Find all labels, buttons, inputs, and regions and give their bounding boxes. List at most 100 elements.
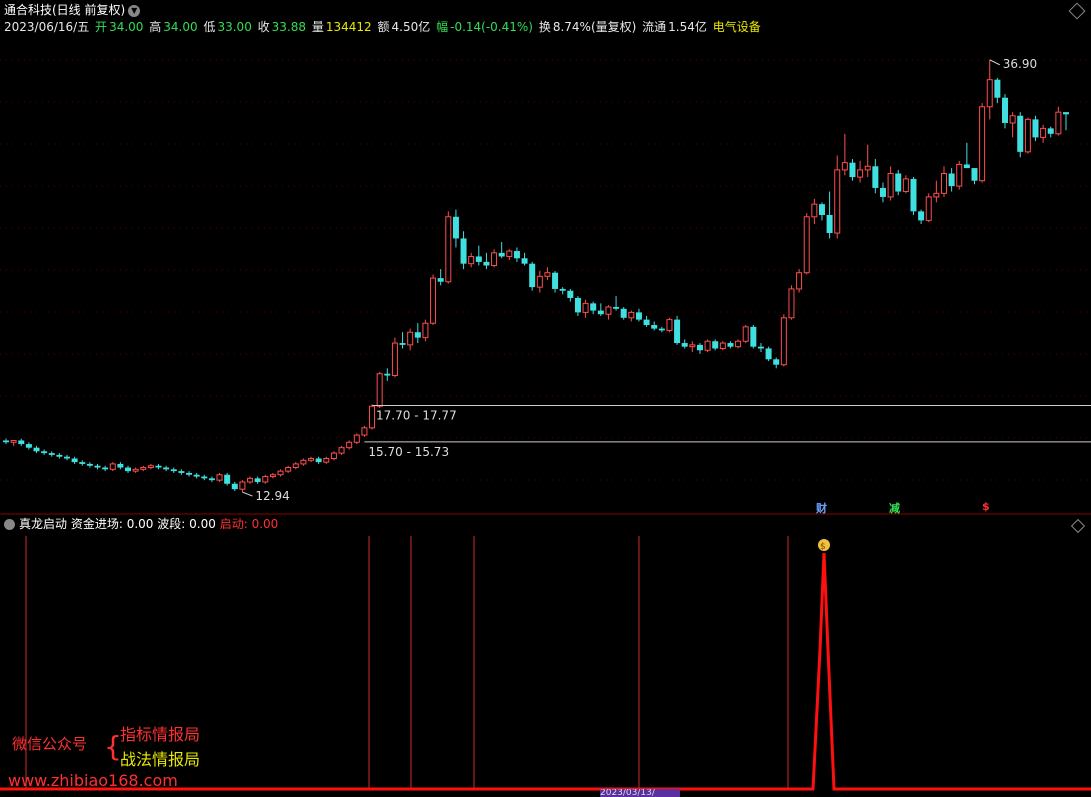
- candle-body: [567, 290, 574, 298]
- candle-body: [872, 166, 879, 188]
- change-label: 幅: [436, 20, 449, 34]
- candle-body: [94, 465, 101, 468]
- candle-body: [552, 272, 559, 289]
- candle-body: [483, 261, 490, 266]
- candle-body: [979, 106, 986, 182]
- quote-info-bar: 2023/06/16/五 开 34.00 高 34.00 低 33.00 收 33.88…: [4, 19, 763, 35]
- candle-body: [460, 238, 467, 264]
- dividend-badge[interactable]: $: [982, 500, 990, 513]
- candle-body: [948, 173, 955, 187]
- candle-body: [452, 216, 459, 239]
- candlestick-chart: 36.90 12.94 17.70 - 17.77 15.70 - 15.73 $: [0, 57, 1091, 791]
- candle-body: [48, 453, 55, 455]
- candle-body: [277, 470, 284, 476]
- candle-body: [666, 319, 673, 331]
- chart-title[interactable]: 通合科技(日线 前复权) ▼: [4, 2, 141, 18]
- wave-label: 波段:: [157, 517, 186, 531]
- high-marker-label: 36.90: [1003, 57, 1037, 71]
- close-label: 收: [257, 20, 270, 34]
- candle-body: [1032, 119, 1039, 138]
- candle-body: [247, 477, 254, 483]
- candle-body: [330, 452, 337, 460]
- float-value: 1.54亿: [668, 20, 707, 34]
- candle-series: 36.90 12.94: [3, 57, 1069, 503]
- sector-link[interactable]: 电气设备: [713, 20, 761, 34]
- candle-body: [445, 216, 452, 283]
- candle-body: [109, 463, 116, 470]
- candle-body: [361, 427, 368, 436]
- candle-body: [1001, 97, 1008, 123]
- candle-body: [643, 319, 650, 326]
- candle-body: [1040, 127, 1047, 138]
- watermark-item2: 战法情报局: [120, 750, 201, 769]
- candle-body: [292, 463, 299, 469]
- candle-body: [971, 168, 978, 181]
- candle-body: [71, 458, 78, 463]
- amount-label: 额: [377, 20, 390, 34]
- candle-body: [376, 373, 383, 407]
- candle-body: [437, 278, 444, 282]
- candle-body: [704, 340, 711, 351]
- candle-body: [521, 258, 528, 264]
- candle-body: [681, 343, 688, 347]
- candle-body: [147, 465, 154, 469]
- candle-body: [811, 203, 818, 218]
- candle-body: [590, 303, 597, 311]
- low-label: 低: [203, 20, 216, 34]
- candle-body: [818, 204, 825, 215]
- candle-body: [300, 459, 307, 465]
- candle-body: [25, 444, 32, 448]
- candle-body: [910, 178, 917, 212]
- start-label: 启动:: [219, 517, 248, 531]
- candle-body: [857, 169, 864, 178]
- chevron-down-icon[interactable]: ▼: [128, 4, 141, 17]
- candle-body: [712, 341, 719, 349]
- candle-body: [285, 467, 292, 472]
- candle-body: [803, 216, 810, 274]
- turnover-value: 8.74%(量复权): [552, 20, 637, 34]
- candle-body: [33, 447, 40, 452]
- candle-body: [399, 343, 406, 345]
- indicator-name[interactable]: 真龙启动: [19, 517, 67, 531]
- turnover-label: 换: [538, 20, 551, 34]
- close-value: 33.88: [271, 20, 307, 34]
- high-label: 高: [149, 20, 162, 34]
- candle-body: [796, 272, 803, 290]
- open-value: 34.00: [109, 20, 144, 34]
- candle-body: [186, 472, 193, 475]
- candle-body: [140, 467, 147, 470]
- candle-body: [79, 462, 86, 464]
- candle-body: [887, 172, 894, 198]
- candle-body: [132, 468, 139, 472]
- candle-body: [902, 178, 909, 193]
- price-level-lines: 17.70 - 17.77 15.70 - 15.73: [364, 404, 1091, 459]
- candle-body: [613, 306, 620, 309]
- candle-body: [963, 164, 970, 169]
- indicator-menu-icon[interactable]: [4, 519, 15, 530]
- candle-body: [750, 326, 757, 347]
- candle-body: [86, 463, 93, 466]
- candle-body: [18, 440, 25, 445]
- candle-body: [498, 252, 505, 257]
- candle-body: [422, 322, 429, 339]
- candle-body: [117, 463, 124, 468]
- watermark-site: www.zhibiao168.com: [8, 771, 178, 790]
- candle-body: [635, 312, 642, 320]
- finance-badge[interactable]: 财: [816, 500, 827, 516]
- candle-body: [765, 348, 772, 360]
- candle-body: [605, 306, 612, 315]
- candle-body: [216, 474, 223, 481]
- low-marker-arrow: [242, 491, 253, 497]
- start-value: 0.00: [251, 517, 279, 531]
- candle-body: [620, 308, 627, 318]
- volume-label: 量: [311, 20, 324, 34]
- candle-body: [628, 311, 635, 319]
- candle-body: [41, 451, 48, 454]
- candle-body: [407, 331, 414, 346]
- candle-body: [391, 342, 398, 377]
- candle-body: [986, 79, 993, 108]
- reduce-badge[interactable]: 减: [889, 500, 900, 516]
- candle-body: [757, 346, 764, 349]
- money-bag-symbol: $: [820, 542, 826, 552]
- candle-body: [506, 250, 513, 257]
